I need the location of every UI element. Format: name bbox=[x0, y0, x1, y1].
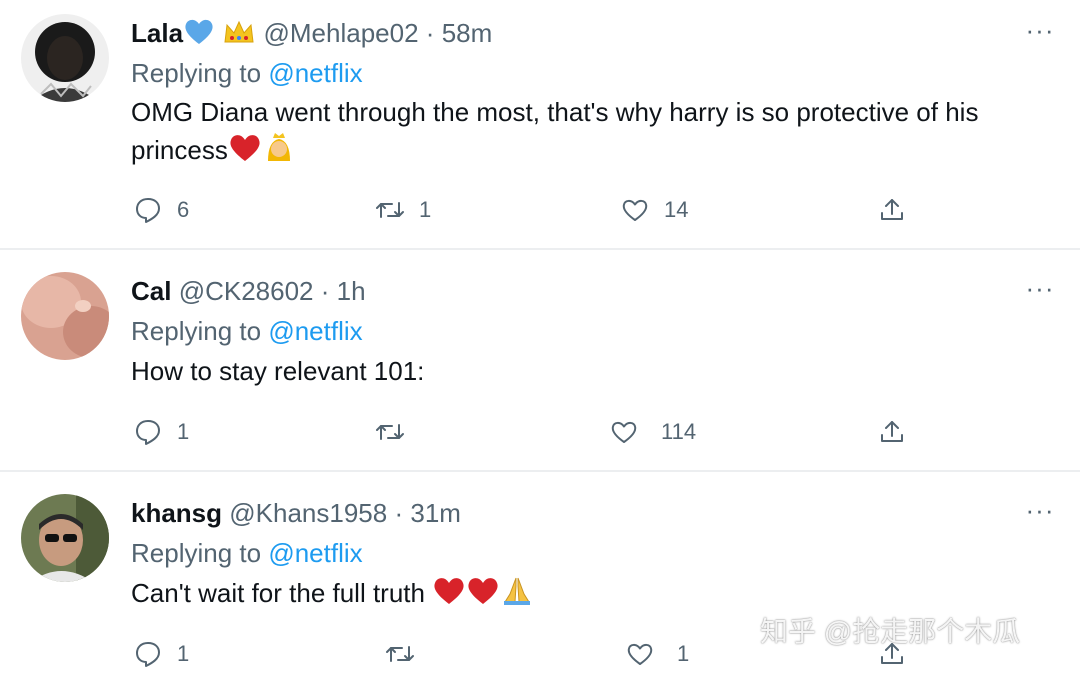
timestamp[interactable]: 58m bbox=[442, 18, 493, 48]
tweet-header: Lala @Mehlape02 · 58m bbox=[131, 18, 492, 48]
share-button[interactable] bbox=[877, 192, 907, 228]
share-icon bbox=[881, 421, 903, 442]
heart-icon bbox=[611, 421, 637, 443]
heart-icon bbox=[622, 199, 648, 221]
share-icon bbox=[881, 199, 903, 220]
princess-icon bbox=[262, 131, 296, 173]
tweet-actions: 6 1 14 bbox=[0, 192, 1080, 228]
user-handle[interactable]: @Mehlape02 bbox=[264, 18, 419, 48]
avatar[interactable] bbox=[21, 14, 109, 102]
reply-button[interactable]: 1 bbox=[133, 636, 189, 672]
retweet-count: 1 bbox=[419, 197, 432, 222]
like-count: 14 bbox=[664, 197, 689, 222]
more-options-icon[interactable]: ··· bbox=[1022, 497, 1058, 530]
replying-to: Replying to @netflix bbox=[131, 58, 363, 88]
timestamp[interactable]: 31m bbox=[410, 498, 461, 528]
crown-icon bbox=[222, 18, 256, 52]
watermark: 知乎 @抢走那个木瓜 bbox=[760, 616, 1021, 647]
tweet-header: Cal @CK28602 · 1h bbox=[131, 276, 366, 306]
tweet-actions: 1 114 bbox=[0, 414, 1080, 450]
tweet-text: How to stay relevant 101: bbox=[131, 352, 1051, 390]
tweet-text: OMG Diana went through the most, that's … bbox=[131, 93, 1051, 173]
reply-icon bbox=[136, 642, 160, 667]
separator-dot: · bbox=[320, 276, 330, 306]
retweet-icon bbox=[376, 424, 404, 440]
red-heart-icon bbox=[228, 133, 262, 173]
tweet-text-fragment: Can't wait for the full truth bbox=[131, 578, 425, 608]
tweet-1[interactable]: Lala @Mehlape02 · 58m ··· Replying to @n… bbox=[0, 0, 1080, 248]
avatar-image bbox=[21, 272, 109, 360]
tweet-text-fragment: princess bbox=[131, 135, 228, 165]
replying-prefix: Replying to bbox=[131, 316, 269, 346]
like-count: 1 bbox=[677, 641, 690, 666]
heart-icon bbox=[627, 643, 653, 665]
replying-to: Replying to @netflix bbox=[131, 538, 363, 568]
more-options-icon[interactable]: ··· bbox=[1022, 275, 1058, 308]
timestamp[interactable]: 1h bbox=[337, 276, 366, 306]
replying-to: Replying to @netflix bbox=[131, 316, 363, 346]
retweet-icon bbox=[386, 646, 414, 662]
share-button[interactable] bbox=[877, 414, 907, 450]
blue-heart-icon bbox=[183, 18, 215, 52]
praying-hands-icon bbox=[500, 574, 534, 616]
avatar-image bbox=[21, 494, 109, 582]
like-button[interactable]: 1 bbox=[625, 636, 689, 672]
tweet-text-line: princess bbox=[131, 131, 1051, 173]
tweet-2[interactable]: Cal @CK28602 · 1h ··· Replying to @netfl… bbox=[0, 250, 1080, 470]
replying-prefix: Replying to bbox=[131, 538, 269, 568]
more-options-icon[interactable]: ··· bbox=[1022, 17, 1058, 50]
user-handle[interactable]: @Khans1958 bbox=[229, 498, 387, 528]
like-button[interactable]: 14 bbox=[620, 192, 688, 228]
like-button[interactable]: 114 bbox=[609, 414, 696, 450]
reply-button[interactable]: 6 bbox=[133, 192, 189, 228]
display-name[interactable]: Cal bbox=[131, 276, 171, 306]
tweet-text-line: OMG Diana went through the most, that's … bbox=[131, 97, 979, 127]
retweet-button[interactable] bbox=[375, 414, 419, 450]
avatar-image bbox=[21, 14, 109, 102]
reply-button[interactable]: 1 bbox=[133, 414, 189, 450]
avatar[interactable] bbox=[21, 272, 109, 360]
like-count: 114 bbox=[661, 419, 697, 444]
reply-icon bbox=[136, 420, 160, 445]
retweet-button[interactable]: 1 bbox=[375, 192, 431, 228]
reply-count: 6 bbox=[177, 197, 190, 222]
replying-prefix: Replying to bbox=[131, 58, 269, 88]
display-name[interactable]: khansg bbox=[131, 498, 222, 528]
separator-dot: · bbox=[394, 498, 404, 528]
separator-dot: · bbox=[425, 18, 435, 48]
retweet-button[interactable] bbox=[385, 636, 429, 672]
reply-count: 1 bbox=[177, 419, 190, 444]
tweet-text-line: How to stay relevant 101: bbox=[131, 356, 425, 386]
retweet-icon bbox=[376, 202, 404, 218]
red-heart-icon bbox=[432, 576, 466, 616]
reply-count: 1 bbox=[177, 641, 190, 666]
display-name[interactable]: Lala bbox=[131, 18, 183, 48]
avatar[interactable] bbox=[21, 494, 109, 582]
user-handle[interactable]: @CK28602 bbox=[179, 276, 314, 306]
mention-link[interactable]: @netflix bbox=[268, 316, 362, 346]
red-heart-icon bbox=[466, 576, 500, 616]
mention-link[interactable]: @netflix bbox=[268, 538, 362, 568]
tweet-header: khansg @Khans1958 · 31m bbox=[131, 498, 461, 528]
reply-icon bbox=[136, 198, 160, 223]
mention-link[interactable]: @netflix bbox=[268, 58, 362, 88]
